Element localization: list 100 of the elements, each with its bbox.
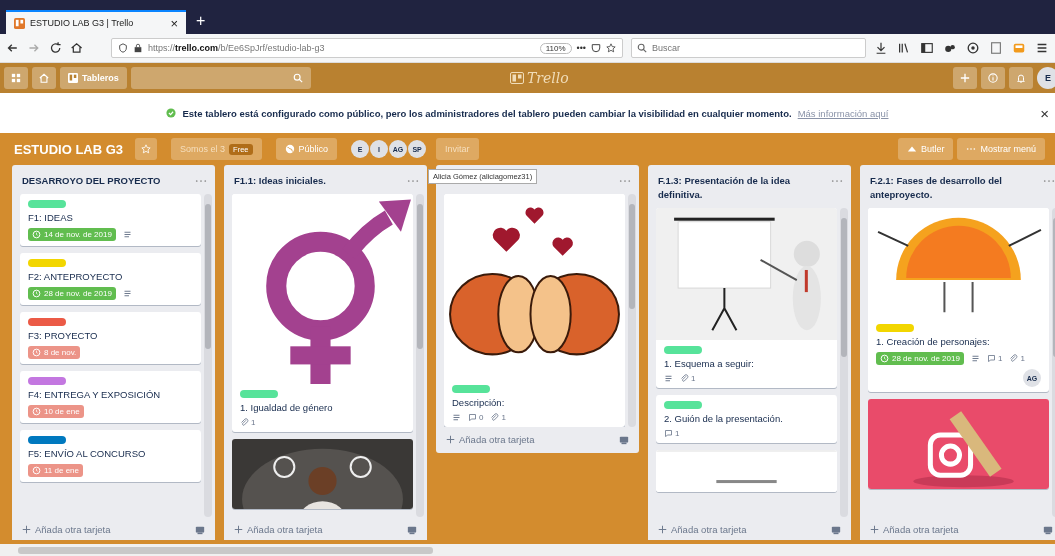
address-bar[interactable]: https://trello.com/b/Ee6SpJrf/estudio-lab-g3 110% ••• [111, 38, 623, 58]
plus-icon [234, 525, 243, 534]
card-title: F4: ENTREGA Y EXPOSICIÓN [28, 389, 162, 401]
clock-icon [880, 354, 889, 363]
card[interactable]: 2. Guión de la presentación. 1 [656, 395, 837, 443]
paperclip-icon [680, 374, 689, 383]
pocket-icon[interactable] [591, 43, 601, 53]
close-notice-button[interactable]: × [1040, 104, 1049, 122]
notifications-button[interactable] [1009, 67, 1033, 89]
library-icon[interactable] [897, 41, 911, 55]
add-card-button[interactable]: Añada otra tarjeta [658, 524, 747, 535]
template-icon[interactable] [1043, 524, 1053, 535]
list-title[interactable]: F.1.3: Presentación de la idea definitiva. [658, 174, 831, 202]
card[interactable]: 1. Igualdad de género 1 [232, 194, 413, 432]
star-button[interactable] [135, 138, 158, 160]
trello-board-icon [14, 17, 25, 29]
plus-icon [870, 525, 879, 534]
clock-icon [32, 230, 41, 239]
comment-icon [664, 429, 673, 438]
home-icon[interactable] [69, 41, 83, 55]
page-actions-button[interactable]: ••• [576, 43, 586, 53]
board-search-field[interactable] [130, 67, 311, 89]
close-tab-button[interactable]: × [170, 15, 178, 31]
new-tab-button[interactable]: + [196, 12, 206, 30]
card-title: F5: ENVÍO AL CONCURSO [28, 448, 147, 460]
info-icon [988, 73, 998, 83]
star-icon [141, 144, 152, 154]
list-title[interactable]: F1.1: Ideas iniciales. [234, 174, 326, 188]
card-label[interactable] [28, 436, 66, 444]
more-icon[interactable] [1043, 179, 1055, 183]
comment-count: 0 [468, 413, 484, 422]
back-icon[interactable] [6, 41, 20, 55]
card-label[interactable] [28, 259, 66, 267]
card-label[interactable] [240, 390, 278, 398]
card-label[interactable] [28, 318, 66, 326]
card-label[interactable] [876, 324, 914, 332]
attachment-count: 1 [1009, 354, 1025, 363]
card[interactable]: F2: ANTEPROYECTO 28 de nov. de 2019 [20, 253, 201, 305]
template-icon[interactable] [195, 524, 205, 535]
more-icon[interactable] [407, 179, 419, 183]
more-icon[interactable] [619, 179, 631, 183]
scrollbar[interactable] [416, 194, 424, 517]
info-button[interactable] [981, 67, 1005, 89]
comment-count: 1 [664, 429, 680, 438]
horizontal-scrollbar[interactable] [0, 544, 1055, 556]
more-icon[interactable] [195, 179, 207, 183]
card[interactable]: 1. Esquema a seguir: 1 [656, 208, 837, 388]
add-card-button[interactable]: Añada otra tarjeta [234, 524, 323, 535]
list-title[interactable]: DESARROYO DEL PROYECTO [22, 174, 161, 188]
card[interactable]: Descripción: 0 1 [444, 194, 625, 427]
search-icon [292, 73, 303, 83]
attachment-count: 1 [680, 374, 696, 383]
globe-icon [284, 144, 295, 154]
download-icon[interactable] [874, 41, 888, 55]
public-board-notice: Este tablero está configurado como público, pero los administradores del tablero pueden cambiar la visibilidad en cualquier momento. [182, 107, 792, 119]
menu-icon[interactable] [1035, 41, 1049, 55]
home-icon [39, 73, 49, 83]
template-icon[interactable] [831, 524, 841, 535]
clock-icon [32, 348, 41, 357]
scrollbar[interactable] [204, 194, 212, 517]
user-avatar[interactable]: E [1037, 67, 1055, 89]
card-label[interactable] [28, 200, 66, 208]
board-icon [68, 73, 78, 83]
scrollbar[interactable] [840, 208, 848, 517]
scrollbar[interactable] [628, 194, 636, 427]
reload-icon[interactable] [48, 41, 62, 55]
create-button[interactable] [953, 67, 977, 89]
apps-button[interactable] [4, 67, 28, 89]
search-field[interactable]: Buscar [631, 38, 866, 58]
add-card-button[interactable]: Añada otra tarjeta [22, 524, 111, 535]
star-icon[interactable] [606, 43, 616, 53]
check-circle-icon [166, 108, 177, 118]
card-title: Descripción: [452, 397, 506, 409]
card-label[interactable] [664, 401, 702, 409]
attachment-count: 1 [490, 413, 506, 422]
plus-icon [446, 435, 455, 444]
card-label[interactable] [28, 377, 66, 385]
card-title: F2: ANTEPROYECTO [28, 271, 124, 283]
list-title[interactable]: F.2.1: Fases de desarrollo del anteproyecto. [870, 174, 1043, 202]
card[interactable]: F5: ENVÍO AL CONCURSO 11 de ene [20, 430, 201, 482]
add-card-button[interactable]: Añada otra tarjeta [870, 524, 959, 535]
add-card-button[interactable]: Añada otra tarjeta [446, 434, 535, 445]
home-button[interactable] [32, 67, 56, 89]
card[interactable]: F3: PROYECTO 8 de nov. [20, 312, 201, 364]
browser-tab[interactable]: ESTUDIO LAB G3 | Trello × [6, 10, 186, 34]
more-icon[interactable] [831, 179, 843, 183]
card[interactable]: F1: IDEAS 14 de nov. de 2019 [20, 194, 201, 246]
template-icon[interactable] [407, 524, 417, 535]
plus-icon [22, 525, 31, 534]
butler-icon [906, 144, 917, 154]
template-icon[interactable] [619, 434, 629, 445]
attachment-count: 1 [240, 418, 256, 427]
card[interactable]: F4: ENTREGA Y EXPOSICIÓN 10 de ene [20, 371, 201, 423]
card-title: 1. Esquema a seguir: [664, 358, 755, 370]
card-label[interactable] [452, 385, 490, 393]
paperclip-icon [1009, 354, 1019, 363]
comment-icon [986, 354, 996, 363]
extension-icon[interactable] [966, 41, 980, 55]
sidebar-icon[interactable] [920, 41, 934, 55]
card-label[interactable] [664, 346, 702, 354]
